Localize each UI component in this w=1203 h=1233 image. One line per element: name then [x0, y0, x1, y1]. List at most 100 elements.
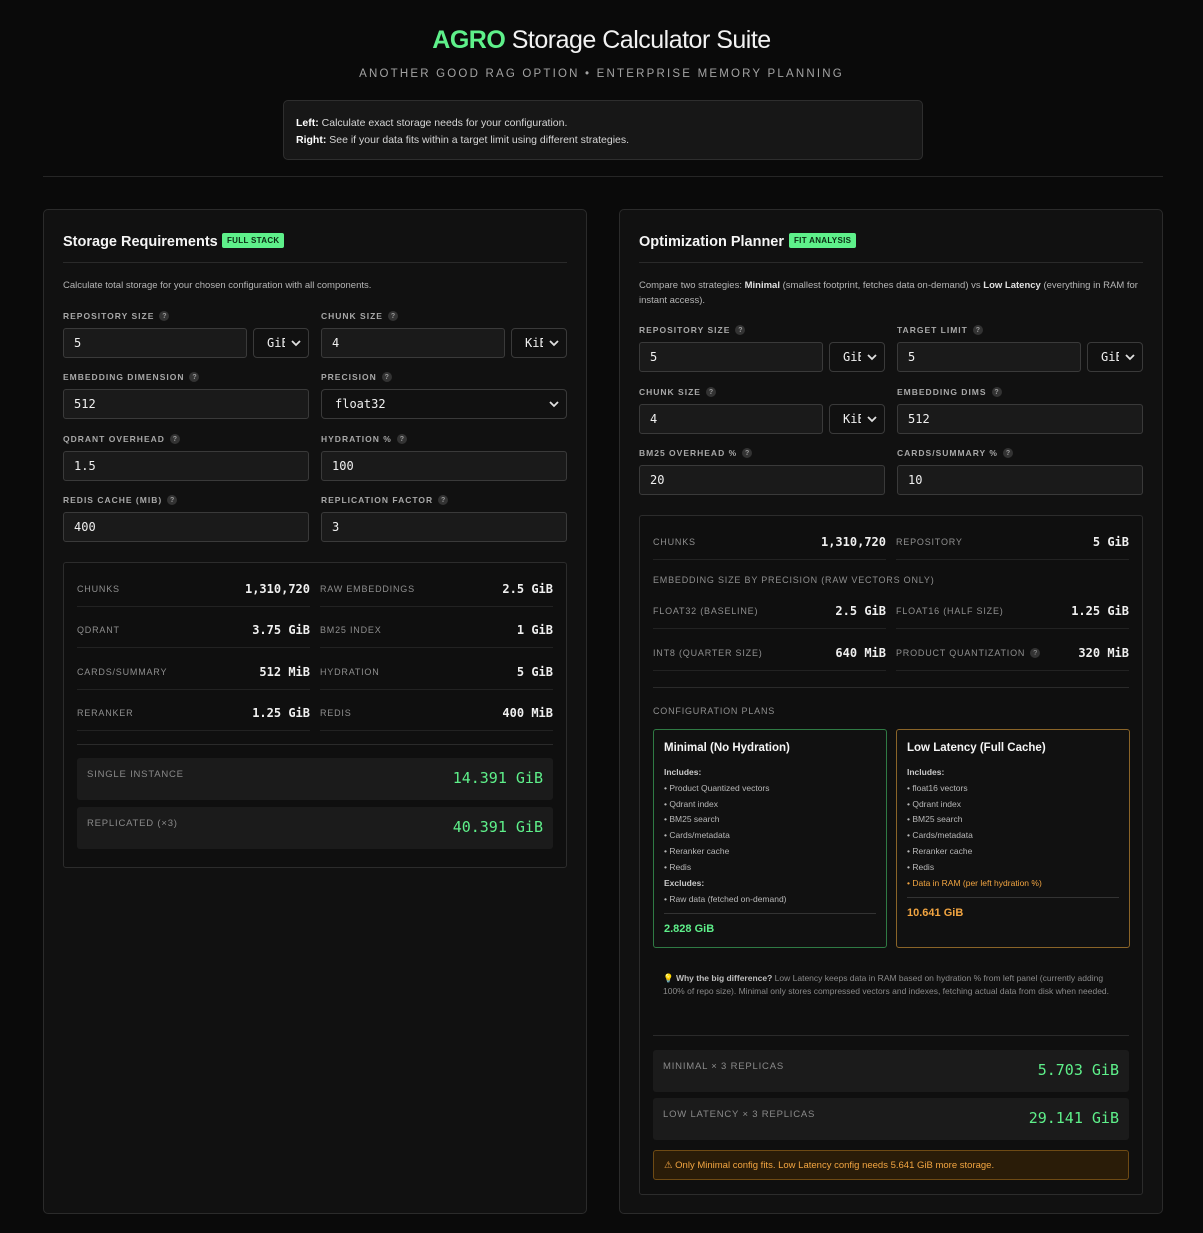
embedding-dims-input[interactable]: 512 [897, 404, 1143, 434]
minimal-include-item: • Cards/metadata [664, 830, 730, 840]
bm25-overhead-input[interactable]: 20 [639, 465, 885, 495]
repo-size-unit-select[interactable]: GiB [829, 342, 885, 372]
qdrant-overhead-label: QDRANT OVERHEAD? [63, 434, 180, 444]
float32-label: FLOAT32 (BASELINE) [653, 606, 759, 616]
reranker-label: RERANKER [77, 708, 134, 718]
low-latency-replicas-value: 29.141 GiB [1028, 1109, 1119, 1127]
optimization-planner-panel: Optimization Planner FIT ANALYSIS Compar… [619, 209, 1163, 1214]
low-latency-include-item: • BM25 search [907, 814, 963, 824]
bm25-index-label: BM25 INDEX [320, 625, 382, 635]
cards-summary-input[interactable]: 10 [897, 465, 1143, 495]
planner-results: CHUNKS 1,310,720 REPOSITORY 5 GiB EMBEDD… [639, 515, 1143, 1195]
help-icon[interactable]: ? [972, 325, 983, 335]
target-limit-unit-value: GiB [1101, 350, 1119, 364]
qdrant-overhead-input[interactable]: 1.5 [63, 451, 309, 481]
help-icon[interactable]: ? [735, 325, 746, 335]
repo-size-unit-select[interactable]: GiB [253, 328, 309, 358]
full-stack-badge: FULL STACK [222, 233, 285, 248]
chunk-size-unit-select[interactable]: KiB [829, 404, 885, 434]
minimal-excludes-label: Excludes: [664, 878, 705, 888]
help-icon[interactable]: ? [1002, 448, 1013, 458]
low-latency-include-item: • Cards/metadata [907, 830, 973, 840]
intro-right-label: Right: [296, 134, 327, 146]
help-icon[interactable]: ? [742, 448, 753, 458]
row-divider [653, 559, 886, 560]
storage-results: CHUNKS 1,310,720 RAW EMBEDDINGS 2.5 GiB … [63, 562, 567, 868]
single-instance-total: SINGLE INSTANCE 14.391 GiB [77, 758, 553, 800]
help-icon[interactable]: ? [381, 372, 392, 382]
panel-description: Calculate total storage for your chosen … [63, 280, 372, 291]
replication-factor-input[interactable]: 3 [321, 512, 567, 542]
bm25-index-value: 1 GiB [516, 623, 553, 637]
chunk-size-input[interactable]: 4 [321, 328, 505, 358]
chunk-size-label: CHUNK SIZE? [321, 311, 398, 321]
chunk-size-input[interactable]: 4 [639, 404, 823, 434]
help-icon[interactable]: ? [189, 372, 200, 382]
low-latency-include-item: • Redis [907, 862, 935, 872]
hydration-input[interactable]: 100 [321, 451, 567, 481]
chunk-size-unit-value: KiB [843, 412, 861, 426]
target-limit-input[interactable]: 5 [897, 342, 1081, 372]
row-divider [653, 628, 886, 629]
row-divider [320, 730, 553, 731]
target-limit-label: TARGET LIMIT? [897, 325, 983, 335]
lightbulb-icon: 💡 [663, 973, 674, 983]
low-latency-data-in-ram-item: • Data in RAM (per left hydration %) [907, 878, 1042, 888]
help-icon[interactable]: ? [438, 495, 449, 505]
product-quantization-value: 320 MiB [1078, 646, 1129, 660]
chevron-down-icon [291, 340, 301, 347]
page-subtitle: ANOTHER GOOD RAG OPTION • ENTERPRISE MEM… [359, 68, 844, 80]
repo-size-unit-value: GiB [267, 336, 285, 350]
help-icon[interactable]: ? [991, 387, 1002, 397]
float16-value: 1.25 GiB [1071, 604, 1129, 618]
help-icon[interactable]: ? [387, 311, 398, 321]
section-divider [653, 687, 1129, 688]
row-divider [896, 670, 1129, 671]
low-latency-include-item: • float16 vectors [907, 783, 968, 793]
float16-label: FLOAT16 (HALF SIZE) [896, 606, 1004, 616]
page-title: AGRO Storage Calculator Suite [0, 26, 1203, 55]
chevron-down-icon [1125, 354, 1135, 361]
help-icon[interactable]: ? [167, 495, 178, 505]
minimal-include-item: • Reranker cache [664, 846, 730, 856]
qdrant-value: 3.75 GiB [252, 623, 310, 637]
precision-label: PRECISION? [321, 372, 392, 382]
fit-warning-banner: ⚠ Only Minimal config fits. Low Latency … [653, 1150, 1129, 1180]
raw-embeddings-value: 2.5 GiB [502, 582, 553, 596]
minimal-exclude-item: • Raw data (fetched on-demand) [664, 894, 787, 904]
title-divider [639, 262, 1143, 263]
embedding-dimension-input[interactable]: 512 [63, 389, 309, 419]
chevron-down-icon [867, 416, 877, 423]
panel-description: Compare two strategies: Minimal (smalles… [639, 280, 1138, 306]
row-divider [77, 730, 310, 731]
minimal-include-item: • Redis [664, 862, 692, 872]
intro-right-text: See if your data fits within a target li… [326, 134, 630, 146]
help-icon[interactable]: ? [396, 434, 407, 444]
chevron-down-icon [867, 354, 877, 361]
target-limit-unit-select[interactable]: GiB [1087, 342, 1143, 372]
difference-note: 💡 Why the big difference? Low Latency ke… [663, 973, 1110, 996]
repo-size-input[interactable]: 5 [639, 342, 823, 372]
help-icon[interactable]: ? [705, 387, 716, 397]
repo-size-input[interactable]: 5 [63, 328, 247, 358]
redis-cache-input[interactable]: 400 [63, 512, 309, 542]
configuration-plans-heading: CONFIGURATION PLANS [653, 706, 776, 716]
int8-label: INT8 (QUARTER SIZE) [653, 648, 763, 658]
chunk-size-unit-select[interactable]: KiB [511, 328, 567, 358]
replicated-value: 40.391 GiB [452, 818, 543, 836]
redis-cache-label: REDIS CACHE (MIB)? [63, 495, 178, 505]
replicated-total: REPLICATED (×3) 40.391 GiB [77, 807, 553, 849]
help-icon[interactable]: ? [159, 311, 170, 321]
single-instance-value: 14.391 GiB [452, 769, 543, 787]
low-latency-replicas-total: LOW LATENCY × 3 REPLICAS 29.141 GiB [653, 1098, 1129, 1140]
row-divider [653, 670, 886, 671]
low-latency-plan-title: Low Latency (Full Cache) [907, 742, 1046, 754]
qdrant-label: QDRANT [77, 625, 120, 635]
low-latency-plan-card: Low Latency (Full Cache) Includes: • flo… [896, 729, 1130, 948]
precision-select[interactable]: float32 [321, 389, 567, 419]
help-icon[interactable]: ? [169, 434, 180, 444]
minimal-replicas-label: MINIMAL × 3 REPLICAS [663, 1061, 784, 1072]
redis-result-label: REDIS [320, 708, 352, 718]
chunks-value: 1,310,720 [820, 535, 886, 549]
plan-divider [907, 897, 1119, 898]
